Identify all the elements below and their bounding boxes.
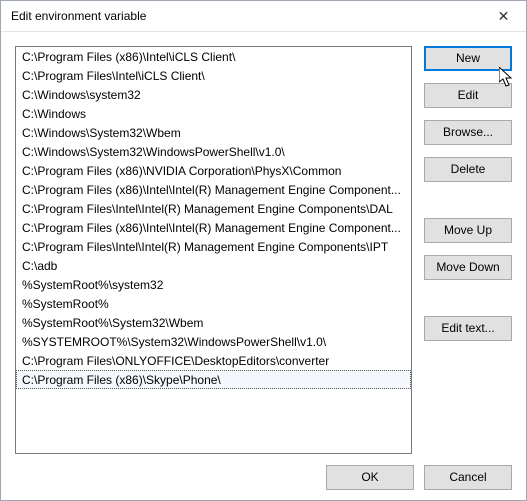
- path-entry[interactable]: C:\Windows\system32: [16, 85, 411, 104]
- path-entry[interactable]: C:\Program Files (x86)\Skype\Phone\: [16, 370, 411, 389]
- path-entry[interactable]: C:\Program Files\Intel\iCLS Client\: [16, 66, 411, 85]
- window-title: Edit environment variable: [11, 9, 481, 23]
- path-entry[interactable]: %SystemRoot%\system32: [16, 275, 411, 294]
- delete-button[interactable]: Delete: [424, 157, 512, 182]
- titlebar: Edit environment variable ✕: [1, 1, 526, 32]
- path-entry[interactable]: C:\Program Files\ONLYOFFICE\DesktopEdito…: [16, 351, 411, 370]
- path-entry[interactable]: C:\Windows: [16, 104, 411, 123]
- path-entry[interactable]: C:\adb: [16, 256, 411, 275]
- cancel-button[interactable]: Cancel: [424, 465, 512, 490]
- path-entry[interactable]: %SystemRoot%\System32\Wbem: [16, 313, 411, 332]
- close-button[interactable]: ✕: [481, 1, 526, 31]
- button-sidebar: New Edit Browse... Delete Move Up Move D…: [424, 46, 512, 454]
- dialog-footer: OK Cancel: [1, 454, 526, 500]
- browse-button[interactable]: Browse...: [424, 120, 512, 145]
- path-entry[interactable]: C:\Program Files (x86)\Intel\Intel(R) Ma…: [16, 180, 411, 199]
- edit-text-button[interactable]: Edit text...: [424, 316, 512, 341]
- path-entry[interactable]: C:\Windows\System32\WindowsPowerShell\v1…: [16, 142, 411, 161]
- edit-button[interactable]: Edit: [424, 83, 512, 108]
- path-entry[interactable]: C:\Program Files (x86)\Intel\Intel(R) Ma…: [16, 218, 411, 237]
- path-entry[interactable]: C:\Program Files\Intel\Intel(R) Manageme…: [16, 199, 411, 218]
- path-entry[interactable]: C:\Program Files (x86)\NVIDIA Corporatio…: [16, 161, 411, 180]
- close-icon: ✕: [498, 8, 510, 25]
- ok-button[interactable]: OK: [326, 465, 414, 490]
- path-entry[interactable]: C:\Program Files\Intel\Intel(R) Manageme…: [16, 237, 411, 256]
- move-up-button[interactable]: Move Up: [424, 218, 512, 243]
- move-down-button[interactable]: Move Down: [424, 255, 512, 280]
- list-container: C:\Program Files (x86)\Intel\iCLS Client…: [15, 46, 412, 454]
- path-entry[interactable]: C:\Program Files (x86)\Intel\iCLS Client…: [16, 47, 411, 66]
- path-entry[interactable]: %SYSTEMROOT%\System32\WindowsPowerShell\…: [16, 332, 411, 351]
- path-entry[interactable]: %SystemRoot%: [16, 294, 411, 313]
- path-entry[interactable]: C:\Windows\System32\Wbem: [16, 123, 411, 142]
- dialog-window: Edit environment variable ✕ C:\Program F…: [0, 0, 527, 501]
- dialog-body: C:\Program Files (x86)\Intel\iCLS Client…: [1, 32, 526, 454]
- new-button[interactable]: New: [424, 46, 512, 71]
- path-list[interactable]: C:\Program Files (x86)\Intel\iCLS Client…: [15, 46, 412, 454]
